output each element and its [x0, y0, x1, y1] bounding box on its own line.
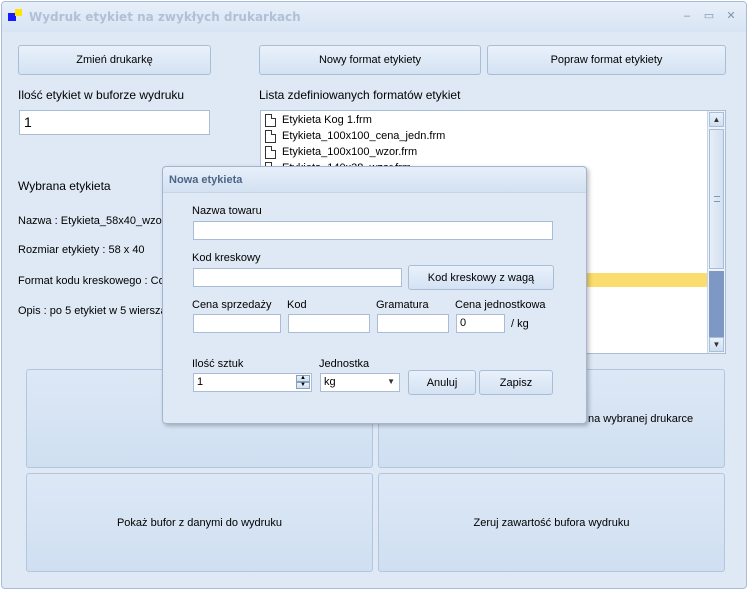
barcode-input[interactable]: [193, 268, 402, 287]
spin-down-icon[interactable]: ▼: [296, 382, 310, 389]
price-label: Cena sprzedaży: [192, 299, 272, 311]
window-title: Wydruk etykiet na zwykłych drukarkach: [29, 10, 301, 24]
list-item[interactable]: Etykieta_100x100_cena_jedn.frm: [265, 128, 445, 144]
list-item[interactable]: Etykieta Kog 1.frm: [265, 112, 372, 128]
app-icon: [8, 9, 24, 25]
code-label: Kod: [287, 299, 307, 311]
save-label: Zapisz: [499, 376, 533, 389]
change-printer-label: Zmień drukarkę: [76, 54, 153, 66]
barcode-with-weight-button[interactable]: Kod kreskowy z wagą: [408, 265, 554, 290]
unit-select[interactable]: kg ▼: [320, 373, 400, 392]
formats-list-label: Lista zdefiniowanych formatów etykiet: [259, 88, 461, 102]
show-buffer-label: Pokaż bufor z danymi do wydruku: [116, 516, 283, 529]
unit-price-unit: / kg: [511, 318, 529, 330]
quantity-stepper[interactable]: 1 ▲ ▼: [193, 373, 312, 392]
selected-label-description: Opis : po 5 etykiet w 5 wiersza: [18, 305, 167, 317]
selected-label-size: Rozmiar etykiety : 58 x 40: [18, 244, 145, 256]
edit-format-button[interactable]: Popraw format etykiety: [487, 45, 726, 75]
cancel-button[interactable]: Anuluj: [408, 370, 476, 395]
list-scrollbar[interactable]: ▲ ▼: [707, 111, 725, 353]
weight-input[interactable]: [377, 314, 449, 333]
quantity-spin[interactable]: ▲ ▼: [296, 375, 310, 390]
price-input[interactable]: [193, 314, 281, 333]
list-item[interactable]: Etykieta_100x100_wzor.frm: [265, 144, 417, 160]
dialog-title: Nowa etykieta: [169, 174, 243, 186]
minimize-icon[interactable]: –: [679, 9, 695, 23]
code-input[interactable]: [288, 314, 370, 333]
spin-up-icon[interactable]: ▲: [296, 375, 310, 382]
new-format-label: Nowy format etykiety: [318, 54, 422, 66]
print-on-printer-label: na wybranej drukarce: [588, 412, 694, 425]
chevron-down-icon: ▼: [387, 377, 395, 386]
change-printer-button[interactable]: Zmień drukarkę: [18, 45, 211, 75]
selected-label-barcode-format: Format kodu kreskowego : Coc: [18, 275, 171, 287]
unit-label: Jednostka: [319, 358, 370, 370]
scroll-track[interactable]: [709, 271, 724, 337]
buffer-count-label: Ilość etykiet w buforze wydruku: [18, 88, 185, 102]
selected-label-heading: Wybrana etykieta: [18, 179, 111, 193]
buffer-count-input[interactable]: 1: [19, 110, 210, 135]
cancel-label: Anuluj: [426, 376, 458, 389]
quantity-label: Ilość sztuk: [192, 358, 244, 370]
weight-label: Gramatura: [376, 299, 429, 311]
save-button[interactable]: Zapisz: [479, 370, 553, 395]
scroll-thumb[interactable]: [709, 129, 724, 269]
clear-buffer-button[interactable]: Zeruj zawartość bufora wydruku: [378, 473, 725, 572]
selected-label-name: Nazwa : Etykieta_58x40_wzor: [18, 215, 166, 227]
title-bar: Wydruk etykiet na zwykłych drukarkach – …: [2, 2, 746, 32]
file-icon: [265, 145, 276, 159]
show-buffer-button[interactable]: Pokaż bufor z danymi do wydruku: [26, 473, 373, 572]
file-icon: [265, 129, 276, 143]
scroll-up-icon[interactable]: ▲: [709, 112, 724, 127]
new-label-dialog: Nowa etykieta Nazwa towaru Kod kreskowy …: [162, 166, 587, 424]
product-name-input[interactable]: [193, 221, 553, 240]
product-name-label: Nazwa towaru: [192, 205, 262, 217]
barcode-label: Kod kreskowy: [192, 252, 261, 264]
new-format-button[interactable]: Nowy format etykiety: [259, 45, 481, 75]
edit-format-label: Popraw format etykiety: [550, 54, 663, 66]
quantity-value: 1: [197, 376, 204, 388]
close-icon[interactable]: ✕: [723, 9, 739, 23]
clear-buffer-label: Zeruj zawartość bufora wydruku: [473, 516, 630, 529]
unit-select-value: kg: [324, 376, 336, 388]
unit-price-input[interactable]: 0: [456, 314, 505, 333]
maximize-icon[interactable]: ▭: [701, 9, 717, 23]
unit-price-label: Cena jednostkowa: [455, 299, 546, 311]
dialog-title-bar: Nowa etykieta: [163, 167, 586, 193]
barcode-with-weight-label: Kod kreskowy z wagą: [427, 271, 535, 284]
file-icon: [265, 113, 276, 127]
scroll-down-icon[interactable]: ▼: [709, 337, 724, 352]
